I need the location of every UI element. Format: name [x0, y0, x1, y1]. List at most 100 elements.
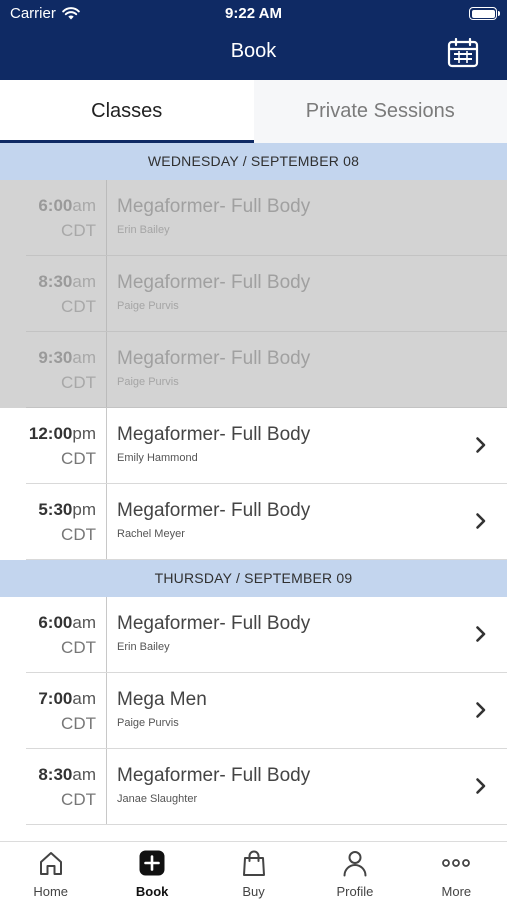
time-ampm: am	[72, 765, 96, 784]
time-value: 5:30	[38, 500, 73, 519]
time-zone: CDT	[61, 790, 96, 809]
tab-private-sessions[interactable]: Private Sessions	[254, 80, 507, 143]
class-row[interactable]: 12:00pm CDT Megaformer- Full Body Emily Ham…	[0, 408, 507, 484]
time-zone: CDT	[61, 449, 96, 468]
class-info: Megaformer- Full Body Emily Hammond	[117, 424, 310, 464]
battery-icon	[469, 7, 500, 20]
profile-icon	[340, 848, 370, 878]
time-ampm: am	[72, 689, 96, 708]
class-row: 9:30am CDT Megaformer- Full Body Paige Purv…	[0, 332, 507, 408]
status-time: 9:22 AM	[225, 5, 282, 22]
start-time: 7:00am	[0, 689, 96, 709]
segment-tabs: Classes Private Sessions	[0, 80, 507, 143]
more-icon	[441, 848, 471, 878]
calendar-button[interactable]	[447, 37, 479, 68]
tabbar-profile-label: Profile	[336, 884, 374, 899]
class-name: Megaformer- Full Body	[117, 272, 311, 293]
tabbar-buy-label: Buy	[242, 884, 265, 899]
tabbar-more-label: More	[441, 884, 472, 899]
time-zone: CDT	[61, 714, 96, 733]
class-time: 8:30am CDT	[0, 256, 107, 332]
chevron-right-icon[interactable]	[475, 512, 487, 530]
class-name: Megaformer- Full Body	[117, 196, 311, 217]
status-bar: Carrier 9:22 AM	[0, 0, 507, 28]
start-time: 8:30am	[0, 272, 96, 292]
time-value: 8:30	[38, 272, 73, 291]
time-ampm: am	[72, 196, 96, 215]
chevron-right-icon[interactable]	[475, 625, 487, 643]
class-time: 12:00pm CDT	[0, 408, 107, 484]
class-info: Megaformer- Full Body Paige Purvis	[117, 348, 310, 388]
page-title: Book	[230, 40, 277, 62]
class-time: 6:00am CDT	[0, 180, 107, 256]
time-ampm: am	[72, 613, 96, 632]
time-ampm: pm	[72, 424, 96, 443]
start-time: 12:00pm	[0, 424, 96, 444]
start-time: 6:00am	[0, 196, 96, 216]
class-time: 7:00am CDT	[0, 673, 107, 749]
start-time: 9:30am	[0, 348, 96, 368]
instructor-name: Paige Purvis	[117, 376, 179, 388]
tabbar-book-label: Book	[135, 884, 169, 899]
class-time: 5:30pm CDT	[0, 484, 107, 560]
instructor-name: Rachel Meyer	[117, 528, 185, 540]
start-time: 8:30am	[0, 765, 96, 785]
app-header: Carrier 9:22 AM Book	[0, 0, 507, 80]
tabbar-book[interactable]: Book	[101, 842, 202, 900]
time-value: 6:00	[38, 196, 73, 215]
class-row[interactable]: 5:30pm CDT Megaformer- Full Body Rachel Mey…	[0, 484, 507, 560]
bottom-tab-bar: Home Book Buy Profile More	[0, 841, 507, 900]
instructor-name: Paige Purvis	[117, 300, 179, 312]
row-divider	[26, 559, 507, 560]
class-info: Megaformer- Full Body Janae Slaughter	[117, 765, 310, 805]
class-time: 8:30am CDT	[0, 749, 107, 825]
row-divider	[26, 824, 507, 825]
class-row[interactable]: 8:30am CDT Megaformer- Full Body Janae Slau…	[0, 749, 507, 825]
start-time: 5:30pm	[0, 500, 96, 520]
time-zone: CDT	[61, 638, 96, 657]
start-time: 6:00am	[0, 613, 96, 633]
time-ampm: am	[72, 272, 96, 291]
time-value: 6:00	[38, 613, 73, 632]
tabbar-buy[interactable]: Buy	[203, 842, 304, 900]
instructor-name: Janae Slaughter	[117, 793, 198, 805]
instructor-name: Erin Bailey	[117, 224, 170, 236]
class-name: Megaformer- Full Body	[117, 500, 311, 521]
tabbar-profile[interactable]: Profile	[304, 842, 405, 900]
day-header: WEDNESDAY / SEPTEMBER 08	[0, 143, 507, 180]
class-name: Megaformer- Full Body	[117, 613, 311, 634]
chevron-right-icon[interactable]	[475, 701, 487, 719]
tab-classes[interactable]: Classes	[0, 80, 254, 143]
class-row: 8:30am CDT Megaformer- Full Body Paige Purv…	[0, 256, 507, 332]
time-value: 7:00	[38, 689, 73, 708]
time-value: 9:30	[38, 348, 73, 367]
chevron-right-icon[interactable]	[475, 777, 487, 795]
shopping-bag-icon	[239, 848, 269, 878]
instructor-name: Erin Bailey	[117, 641, 170, 653]
time-value: 12:00	[28, 424, 73, 443]
day-header: THURSDAY / SEPTEMBER 09	[0, 560, 507, 597]
time-zone: CDT	[61, 373, 96, 392]
instructor-name: Emily Hammond	[117, 452, 198, 464]
tabbar-more[interactable]: More	[406, 842, 507, 900]
time-zone: CDT	[61, 525, 96, 544]
class-info: Megaformer- Full Body Paige Purvis	[117, 272, 310, 312]
time-ampm: am	[72, 348, 96, 367]
class-row: 6:00am CDT Megaformer- Full Body Erin Baile…	[0, 180, 507, 256]
class-name: Mega Men	[117, 689, 207, 710]
book-plus-icon	[137, 848, 167, 878]
class-info: Mega Men Paige Purvis	[117, 689, 207, 729]
class-time: 6:00am CDT	[0, 597, 107, 673]
class-time: 9:30am CDT	[0, 332, 107, 408]
class-name: Megaformer- Full Body	[117, 348, 311, 369]
class-row[interactable]: 7:00am CDT Mega Men Paige Purvis	[0, 673, 507, 749]
class-info: Megaformer- Full Body Erin Bailey	[117, 613, 310, 653]
class-schedule-list[interactable]: WEDNESDAY / SEPTEMBER 08 6:00am CDT Megafor…	[0, 143, 507, 841]
class-name: Megaformer- Full Body	[117, 424, 311, 445]
time-zone: CDT	[61, 297, 96, 316]
tabbar-home[interactable]: Home	[0, 842, 101, 900]
tabbar-home-label: Home	[33, 884, 69, 899]
chevron-right-icon[interactable]	[475, 436, 487, 454]
time-zone: CDT	[61, 221, 96, 240]
class-row[interactable]: 6:00am CDT Megaformer- Full Body Erin Baile…	[0, 597, 507, 673]
